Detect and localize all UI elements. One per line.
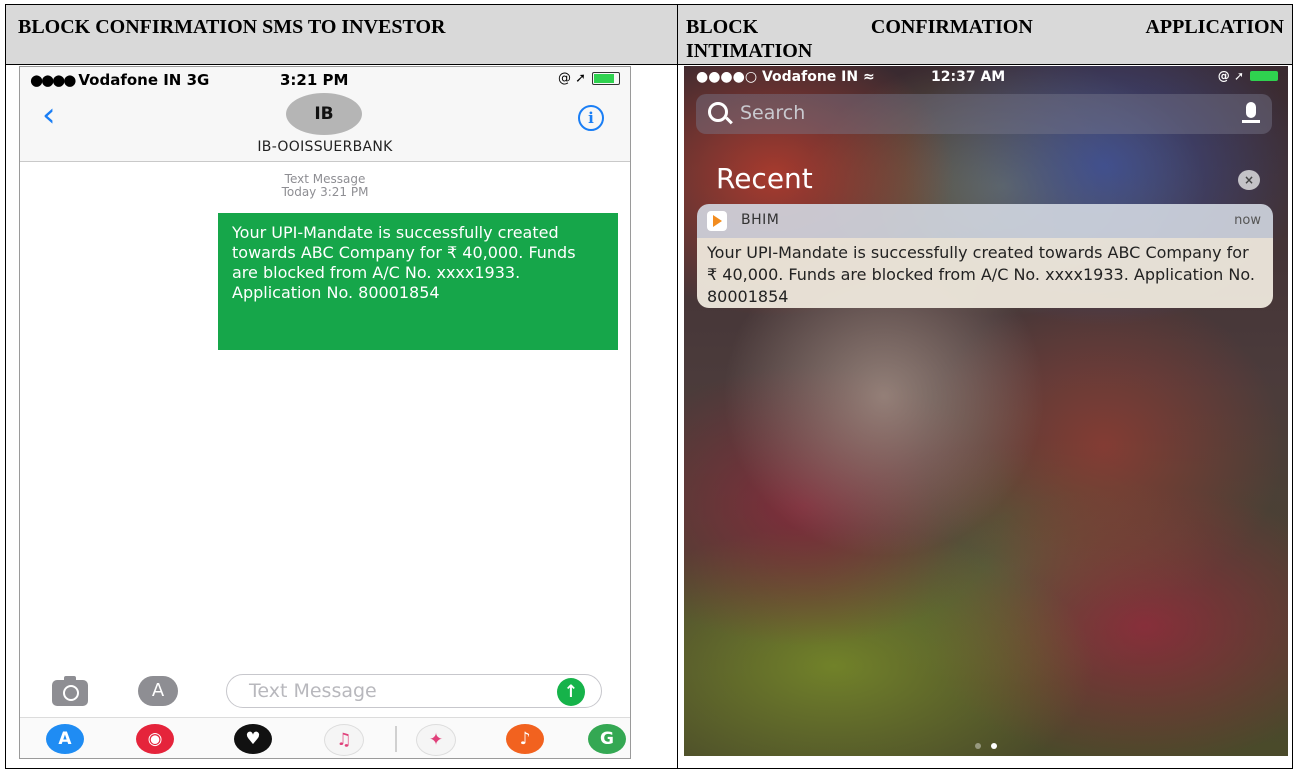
header-left: BLOCK CONFIRMATION SMS TO INVESTOR	[6, 5, 677, 64]
header-right-word-2: CONFIRMATION	[870, 16, 1033, 38]
tray-separator	[395, 726, 397, 752]
digital-touch-icon[interactable]: ♥	[234, 724, 272, 754]
search-images-icon[interactable]: ◉	[136, 724, 174, 754]
bhim-app-icon	[707, 211, 727, 231]
page-dot-2	[991, 743, 997, 749]
info-icon[interactable]: i	[578, 105, 604, 131]
battery-icon	[1250, 71, 1278, 81]
garageband-icon[interactable]: ♪	[506, 724, 544, 754]
app-store-icon[interactable]: A	[138, 676, 178, 706]
message-bubble[interactable]: Your UPI-Mandate is successfully created…	[218, 213, 618, 350]
maps-icon[interactable]: G	[588, 724, 626, 754]
header-right-line-2: INTIMATION	[686, 40, 813, 62]
search-bar[interactable]: Search	[696, 94, 1272, 134]
compose-bar: A Text Message ↑	[20, 668, 630, 714]
clear-icon[interactable]: ×	[1238, 170, 1260, 190]
status-time: 12:37 AM	[931, 69, 1006, 85]
notification-time: now	[1234, 213, 1261, 228]
app-store-icon[interactable]: A	[46, 724, 84, 754]
status-time: 3:21 PM	[280, 71, 349, 89]
photos-icon[interactable]: ✦	[416, 724, 456, 756]
sms-screenshot: ●●●● Vodafone IN 3G 3:21 PM @ ➚ ‹ IB IB-O…	[19, 66, 631, 759]
status-bar: ●●●● Vodafone IN 3G 3:21 PM @ ➚	[20, 67, 630, 91]
notification-app-name: BHIM	[741, 212, 780, 228]
microphone-icon[interactable]	[1242, 102, 1260, 123]
music-icon[interactable]: ♫	[324, 724, 364, 756]
notification-body: Your UPI-Mandate is successfully created…	[697, 238, 1273, 308]
notification-screenshot: ●●●●○ Vodafone IN ≈ 12:37 AM @ ➚ Search …	[684, 66, 1288, 756]
camera-icon[interactable]	[52, 676, 88, 706]
signal-icon: ●●●●	[30, 71, 76, 89]
app-tray: A ◉ ♥ ♫ ✦ ♪ G	[20, 717, 630, 758]
back-icon[interactable]: ‹	[42, 98, 64, 132]
carrier-label: Vodafone IN 3G	[78, 71, 210, 89]
message-timestamp: Today 3:21 PM	[281, 185, 369, 199]
send-icon[interactable]: ↑	[557, 678, 585, 706]
notification-header: BHIM now	[697, 204, 1273, 238]
header-right: BLOCK CONFIRMATION APPLICATION INTIMATIO…	[678, 5, 1292, 64]
search-placeholder: Search	[740, 102, 806, 124]
location-icon: @ ➚	[1217, 69, 1244, 83]
header-row: BLOCK CONFIRMATION SMS TO INVESTOR BLOCK…	[6, 5, 1292, 65]
header-right-word-3: APPLICATION	[1145, 16, 1284, 38]
contact-name[interactable]: IB-OOISSUERBANK	[20, 139, 630, 155]
header-right-word-1: BLOCK	[686, 16, 759, 38]
recent-heading: Recent	[716, 162, 813, 195]
message-input[interactable]: Text Message	[226, 674, 602, 708]
avatar[interactable]: IB	[286, 93, 362, 135]
column-divider	[677, 5, 678, 768]
search-icon	[708, 102, 728, 122]
location-icon: @ ➚	[557, 71, 586, 86]
carrier-label: ●●●●○ Vodafone IN ≈	[696, 69, 875, 85]
message-meta: Text Message Today 3:21 PM	[20, 173, 630, 199]
battery-icon	[592, 72, 620, 85]
status-bar: ●●●●○ Vodafone IN ≈ 12:37 AM @ ➚	[684, 66, 1288, 88]
notification-card[interactable]: BHIM now Your UPI-Mandate is successfull…	[697, 204, 1273, 308]
conversation-header: ●●●● Vodafone IN 3G 3:21 PM @ ➚ ‹ IB IB-O…	[20, 67, 630, 162]
page-indicator	[684, 734, 1288, 753]
page-dot-1	[975, 743, 981, 749]
